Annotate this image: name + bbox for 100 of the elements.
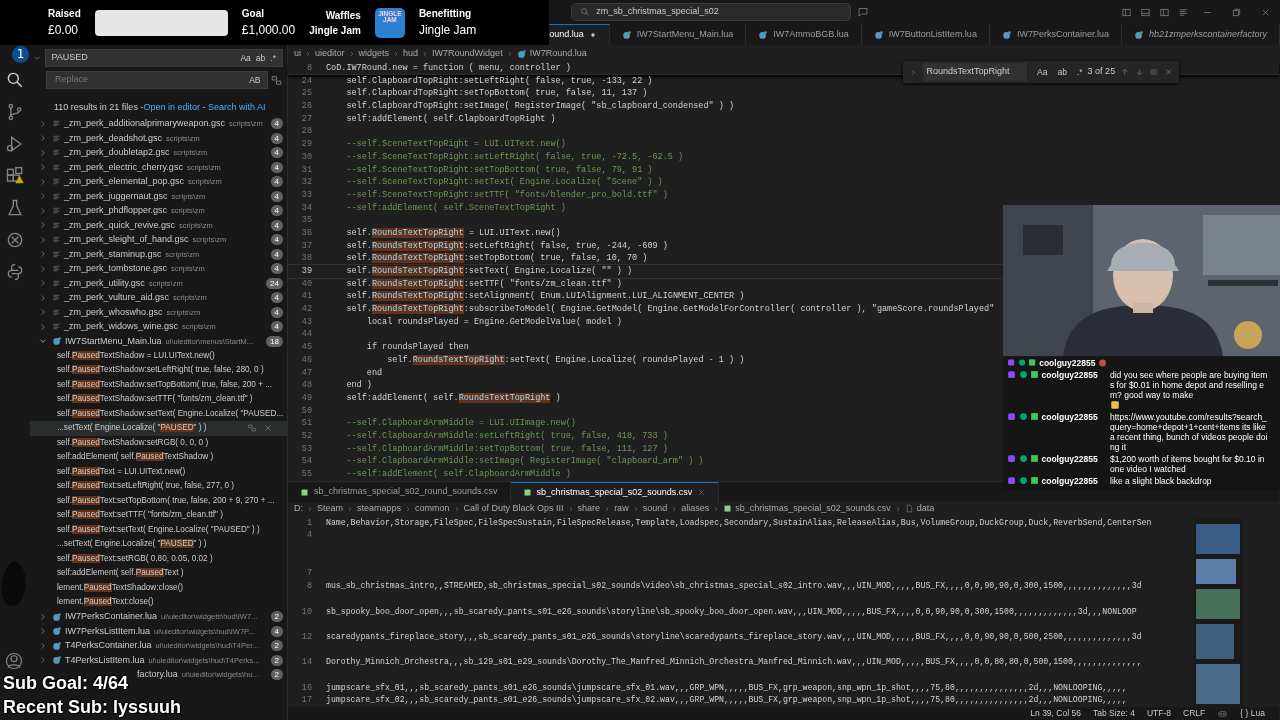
- breadcrumb-item[interactable]: sound: [642, 501, 668, 516]
- code-line: jumpscare_sfx_02,,,sb_scaredy_pants_s01_e26_sounds\jumpscare_sfx_02.wav,,,GRP_WPN,,,,,BUS_FX,grp_weapon,snp_wpn_1p_shot,,,,75,80,,,,,,,,,,,,,,,2d,,,NONLOOPING,,,,,: [326, 695, 1127, 705]
- toggle-button[interactable]: Aa: [1037, 65, 1048, 79]
- restore-icon[interactable]: [1231, 6, 1242, 18]
- snake-icon[interactable]: [5, 262, 25, 282]
- lua-file-icon: [52, 626, 62, 637]
- breadcrumb-item[interactable]: IW7RoundWidget: [432, 46, 503, 61]
- code-line: jumpscare_sfx_01,,,sb_scaredy_pants_s01_e26_sounds\jumpscare_sfx_01.wav,,,GRP_WPN,,,,,BUS_FX,grp_weapon,snp_wpn_1p_shot,,,,75,80,,,,,,,,,,,,,,,2d,,,NONLOOPING,,,,,: [326, 682, 1127, 692]
- charity-name: Jingle Jam: [418, 22, 477, 39]
- sidebar-toggle-icon[interactable]: [1159, 6, 1170, 18]
- search-match[interactable]: lement.PausedTextShadow:close(): [30, 580, 287, 595]
- breadcrumb-item[interactable]: uieditor: [315, 46, 345, 61]
- square-badge-icon: [1030, 454, 1039, 463]
- search-match[interactable]: self.PausedText:setText( Engine.Localize( "PAUSED" ) ): [30, 522, 287, 537]
- line-number: 38: [300, 252, 312, 265]
- toggle-button[interactable]: Aa: [240, 51, 251, 65]
- breadcrumb-item[interactable]: share: [577, 501, 601, 516]
- line-number: 35: [300, 214, 312, 227]
- layout-icon[interactable]: [1121, 6, 1132, 18]
- line-number: 30: [300, 150, 312, 164]
- account-icon[interactable]: [5, 652, 23, 670]
- braces-icon: { }: [1240, 707, 1249, 720]
- search-match[interactable]: self.PausedTextShadow:setText( Engine.Localize( "PAUSED...: [30, 406, 287, 421]
- replace-all-icon[interactable]: [270, 73, 283, 87]
- line-number: 41: [300, 290, 312, 304]
- breadcrumb-item[interactable]: common: [415, 501, 450, 516]
- count-badge: 4: [270, 292, 283, 304]
- search-match[interactable]: self.PausedTextShadow:setLeftRight( true, false, 280, 0 ): [30, 363, 287, 378]
- search-match[interactable]: self.PausedTextShadow = LUI.UIText.new(): [30, 348, 287, 363]
- recent-sub-text: Recent Sub: lyssuuh: [3, 696, 182, 718]
- file-icon: [52, 119, 61, 129]
- link[interactable]: Open in editor: [143, 101, 200, 115]
- link[interactable]: Search with AI: [207, 101, 266, 115]
- raised-label: Raised: [48, 7, 81, 21]
- panel-icon[interactable]: [1140, 6, 1151, 18]
- breadcrumb-item[interactable]: hud: [403, 46, 419, 61]
- find-field[interactable]: RoundsTextTopRight: [922, 63, 1028, 81]
- line-number: 39: [300, 265, 312, 278]
- expand-replace-icon[interactable]: [909, 67, 918, 77]
- toggle-button[interactable]: .*: [1076, 65, 1083, 79]
- count-badge: 4: [270, 132, 283, 144]
- breadcrumb-item[interactable]: aliases: [681, 501, 710, 516]
- close-icon[interactable]: [1163, 67, 1173, 77]
- status-item[interactable]: UTF-8: [1146, 707, 1172, 720]
- breadcrumb-item[interactable]: Steam: [317, 501, 343, 516]
- line-number: 42: [300, 303, 312, 316]
- replace-icon[interactable]: [247, 423, 257, 434]
- line-number: 16: [300, 681, 312, 695]
- search-match[interactable]: self.PausedText:setTopBottom( true, false, 200 + 9, 270 + ...: [30, 493, 287, 508]
- search-match[interactable]: self.PausedTextShadow:setTopBottom( true, false, 200 + ...: [30, 377, 287, 392]
- toggle-button[interactable]: .*: [270, 51, 276, 65]
- breadcrumb-item[interactable]: Call of Duty Black Ops III: [463, 501, 564, 516]
- line-number: 45: [300, 341, 312, 354]
- search-field[interactable]: PAUSED Aa ab .*: [44, 49, 283, 67]
- editor-tab[interactable]: sb_christmas_special_s02_sounds.csv: [510, 481, 720, 503]
- chat-username: coolguy22855: [1041, 454, 1098, 464]
- breadcrumb-item[interactable]: D:: [294, 501, 303, 516]
- chat-username: coolguy22855: [1041, 412, 1098, 422]
- search-match[interactable]: ...setText( Engine.Localize( "PAUSED" ) ): [30, 537, 287, 552]
- status-item[interactable]: Tab Size: 4: [1092, 707, 1135, 720]
- search-match[interactable]: lement.PausedText:close(): [30, 595, 287, 610]
- search-match[interactable]: self:addElement( self.PausedTextShadow ): [30, 450, 287, 465]
- replace-field[interactable]: Replace AB: [46, 71, 268, 89]
- line-number: 24: [300, 74, 312, 88]
- close-icon[interactable]: [697, 488, 707, 498]
- search-match[interactable]: self.PausedTextShadow:setTTF( "fonts/zm_clean.ttf" ): [30, 392, 287, 407]
- breadcrumb-item[interactable]: raw: [614, 501, 629, 516]
- breadcrumb-item[interactable]: data: [916, 501, 935, 516]
- language-mode[interactable]: Lua: [1250, 707, 1265, 720]
- previous-match-icon[interactable]: [1120, 67, 1130, 77]
- breadcrumb-item[interactable]: sb_christmas_special_s02_sounds.csv: [735, 501, 891, 516]
- title-search-field[interactable]: zm_sb_christmas_special_s02: [571, 3, 852, 21]
- preserve-case-toggle[interactable]: AB: [249, 73, 261, 87]
- chat-username: coolguy22855: [1041, 476, 1098, 486]
- breadcrumb-item[interactable]: widgets: [358, 46, 390, 61]
- line-number: 40: [300, 277, 312, 291]
- customize-layout-icon[interactable]: [1178, 6, 1189, 18]
- status-item[interactable]: CRLF: [1183, 707, 1206, 720]
- breadcrumb-item[interactable]: ui: [294, 46, 301, 61]
- search-match[interactable]: self:addElement( self.PausedText ): [30, 566, 287, 581]
- search-match[interactable]: ...setText( Engine.Localize( "PAUSED" ) ): [30, 421, 287, 436]
- status-item[interactable]: Ln 39, Col 56: [1030, 707, 1081, 720]
- count-badge: 4: [270, 248, 283, 260]
- toggle-button[interactable]: ab: [1057, 65, 1067, 79]
- toggle-button[interactable]: ab: [255, 51, 266, 65]
- search-match[interactable]: self.PausedTextShadow:setRGB( 0, 0, 0 ): [30, 435, 287, 450]
- chat-icon[interactable]: [857, 6, 870, 18]
- count-badge: 4: [270, 321, 283, 333]
- code-line: self.ClapboardTopRight:setLeftRight( false, true, -133, 22 ): [345, 75, 653, 86]
- search-match[interactable]: self.PausedText:setLeftRight( true, false, 277, 0 ): [30, 479, 287, 494]
- count-badge: 4: [270, 176, 283, 188]
- search-match[interactable]: self.PausedText:setRGB( 0.80, 0.05, 0.02 ): [30, 551, 287, 566]
- editor-tab[interactable]: sb_christmas_special_s02_round_sounds.csv: [288, 481, 511, 503]
- breadcrumb-item[interactable]: IW7Round.lua: [529, 46, 587, 61]
- search-match[interactable]: self.PausedText = LUI.UIText.new(): [30, 464, 287, 479]
- search-match[interactable]: self.PausedText:setTTF( "fonts/zm_clean.ttf" ): [30, 508, 287, 523]
- next-match-icon[interactable]: [1134, 67, 1145, 77]
- breadcrumb-item[interactable]: steamapps: [357, 501, 402, 516]
- search-icon[interactable]: [5, 70, 25, 90]
- editor-tab[interactable]: ound.lua: [549, 24, 610, 45]
